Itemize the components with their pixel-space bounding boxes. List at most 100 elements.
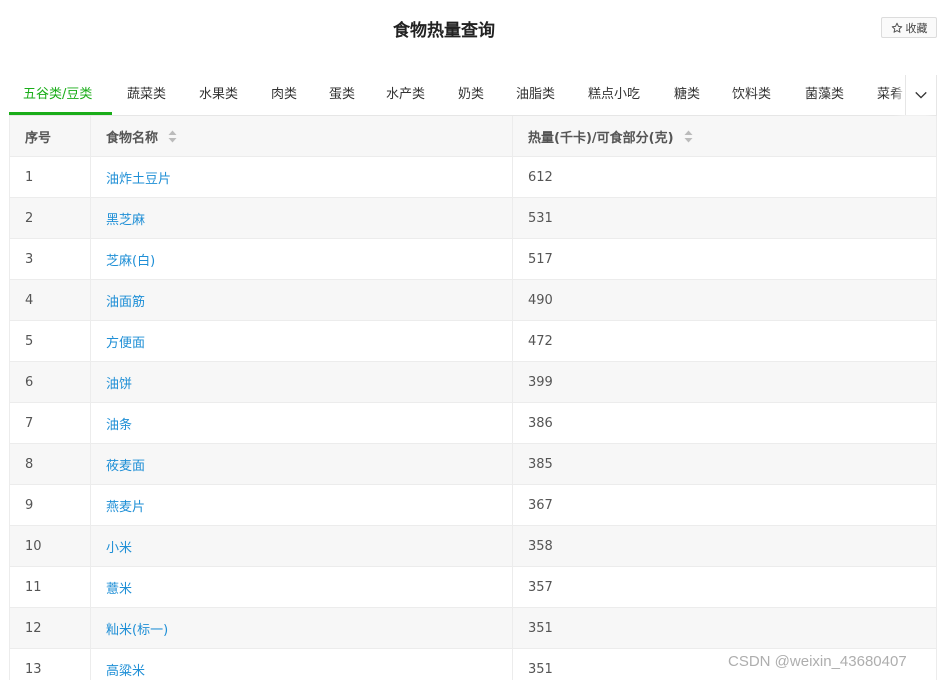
row-index-cell: 1 (10, 157, 91, 197)
calories-cell: 385 (513, 444, 936, 484)
calories-value: 399 (528, 374, 553, 390)
row-index-cell: 8 (10, 444, 91, 484)
tab-13[interactable]: 菜肴 (877, 75, 903, 115)
header-index: 序号 (10, 116, 91, 156)
food-name-cell: 莜麦面 (91, 444, 513, 484)
food-name-cell: 燕麦片 (91, 485, 513, 525)
row-index: 12 (25, 620, 42, 636)
table-row: 10 小米 358 (10, 526, 936, 567)
food-name-cell: 黑芝麻 (91, 198, 513, 238)
calories-value: 490 (528, 292, 553, 308)
row-index-cell: 13 (10, 649, 91, 680)
row-index-cell: 10 (10, 526, 91, 566)
tab-10[interactable]: 糖类 (674, 75, 700, 115)
row-index-cell: 11 (10, 567, 91, 607)
calories-cell: 399 (513, 362, 936, 402)
food-name-link[interactable]: 油炸土豆片 (106, 168, 171, 187)
row-index: 2 (25, 210, 34, 226)
food-name-link[interactable]: 油面筋 (106, 291, 145, 310)
table-row: 9 燕麦片 367 (10, 485, 936, 526)
calories-cell: 531 (513, 198, 936, 238)
tab-9[interactable]: 糕点小吃 (588, 75, 640, 115)
calories-value: 472 (528, 333, 553, 349)
table-row: 5 方便面 472 (10, 321, 936, 362)
food-name-cell: 油条 (91, 403, 513, 443)
calories-value: 367 (528, 497, 553, 513)
food-name-link[interactable]: 莜麦面 (106, 455, 145, 474)
tab-11[interactable]: 饮料类 (732, 75, 771, 115)
tab-6[interactable]: 水产类 (386, 75, 425, 115)
calories-value: 357 (528, 579, 553, 595)
food-name-link[interactable]: 方便面 (106, 332, 145, 351)
food-name-cell: 高粱米 (91, 649, 513, 680)
tab-12[interactable]: 菌藻类 (805, 75, 844, 115)
table-row: 4 油面筋 490 (10, 280, 936, 321)
calories-value: 351 (528, 620, 553, 636)
calories-value: 351 (528, 661, 553, 677)
row-index: 6 (25, 374, 34, 390)
tab-2[interactable]: 蔬菜类 (127, 75, 166, 115)
food-name-cell: 芝麻(白) (91, 239, 513, 279)
tab-7[interactable]: 奶类 (458, 75, 484, 115)
row-index-cell: 2 (10, 198, 91, 238)
row-index-cell: 5 (10, 321, 91, 361)
row-index-cell: 4 (10, 280, 91, 320)
row-index: 4 (25, 292, 34, 308)
calories-value: 531 (528, 210, 553, 226)
calories-cell: 367 (513, 485, 936, 525)
tab-3[interactable]: 水果类 (199, 75, 238, 115)
header-calories[interactable]: 热量(千卡)/可食部分(克) (513, 116, 936, 156)
row-index: 1 (25, 169, 34, 185)
table-row: 8 莜麦面 385 (10, 444, 936, 485)
header-food-name-label: 食物名称 (106, 130, 159, 146)
food-name-link[interactable]: 燕麦片 (106, 496, 145, 515)
calories-value: 517 (528, 251, 553, 267)
row-index: 7 (25, 415, 34, 431)
calories-cell: 490 (513, 280, 936, 320)
row-index: 10 (25, 538, 42, 554)
food-name-link[interactable]: 黑芝麻 (106, 209, 145, 228)
food-name-cell: 小米 (91, 526, 513, 566)
food-name-link[interactable]: 小米 (106, 537, 132, 556)
chevron-down-icon (915, 91, 927, 99)
calories-cell: 386 (513, 403, 936, 443)
calories-cell: 357 (513, 567, 936, 607)
sort-updown-icon[interactable] (684, 130, 693, 143)
food-name-link[interactable]: 高粱米 (106, 660, 145, 679)
tab-4[interactable]: 肉类 (271, 75, 297, 115)
food-name-link[interactable]: 油饼 (106, 373, 132, 392)
tabs-expand-button[interactable] (905, 75, 937, 115)
tab-8[interactable]: 油脂类 (516, 75, 555, 115)
sort-updown-icon[interactable] (168, 130, 177, 143)
calories-cell: 358 (513, 526, 936, 566)
tab-1[interactable]: 五谷类/豆类 (23, 75, 92, 115)
header-index-label: 序号 (25, 130, 52, 146)
star-outline-icon (891, 22, 902, 33)
food-name-link[interactable]: 芝麻(白) (106, 250, 155, 269)
watermark: CSDN @weixin_43680407 (728, 653, 907, 670)
row-index-cell: 7 (10, 403, 91, 443)
header-food-name[interactable]: 食物名称 (91, 116, 513, 156)
row-index: 13 (25, 661, 42, 677)
table-row: 11 薏米 357 (10, 567, 936, 608)
favorite-label: 收藏 (905, 21, 928, 35)
food-name-link[interactable]: 薏米 (106, 578, 132, 597)
food-name-link[interactable]: 油条 (106, 414, 132, 433)
calories-cell: 472 (513, 321, 936, 361)
table-row: 1 油炸土豆片 612 (10, 157, 936, 198)
row-index-cell: 6 (10, 362, 91, 402)
row-index: 3 (25, 251, 34, 267)
tab-5[interactable]: 蛋类 (329, 75, 355, 115)
table-row: 2 黑芝麻 531 (10, 198, 936, 239)
calories-value: 385 (528, 456, 553, 472)
food-name-link[interactable]: 籼米(标一) (106, 619, 168, 638)
page-title: 食物热量查询 (393, 21, 495, 41)
table-row: 12 籼米(标一) 351 (10, 608, 936, 649)
table-row: 6 油饼 399 (10, 362, 936, 403)
food-name-cell: 籼米(标一) (91, 608, 513, 648)
favorite-button[interactable]: 收藏 (881, 17, 937, 38)
calories-cell: 351 (513, 608, 936, 648)
category-tabs: 五谷类/豆类 蔬菜类 水果类 肉类 蛋类 水产类 奶类 油脂类 糕点小吃 糖类 饮料类 菌藻类 菜肴 (9, 75, 937, 116)
row-index-cell: 12 (10, 608, 91, 648)
table-row: 3 芝麻(白) 517 (10, 239, 936, 280)
